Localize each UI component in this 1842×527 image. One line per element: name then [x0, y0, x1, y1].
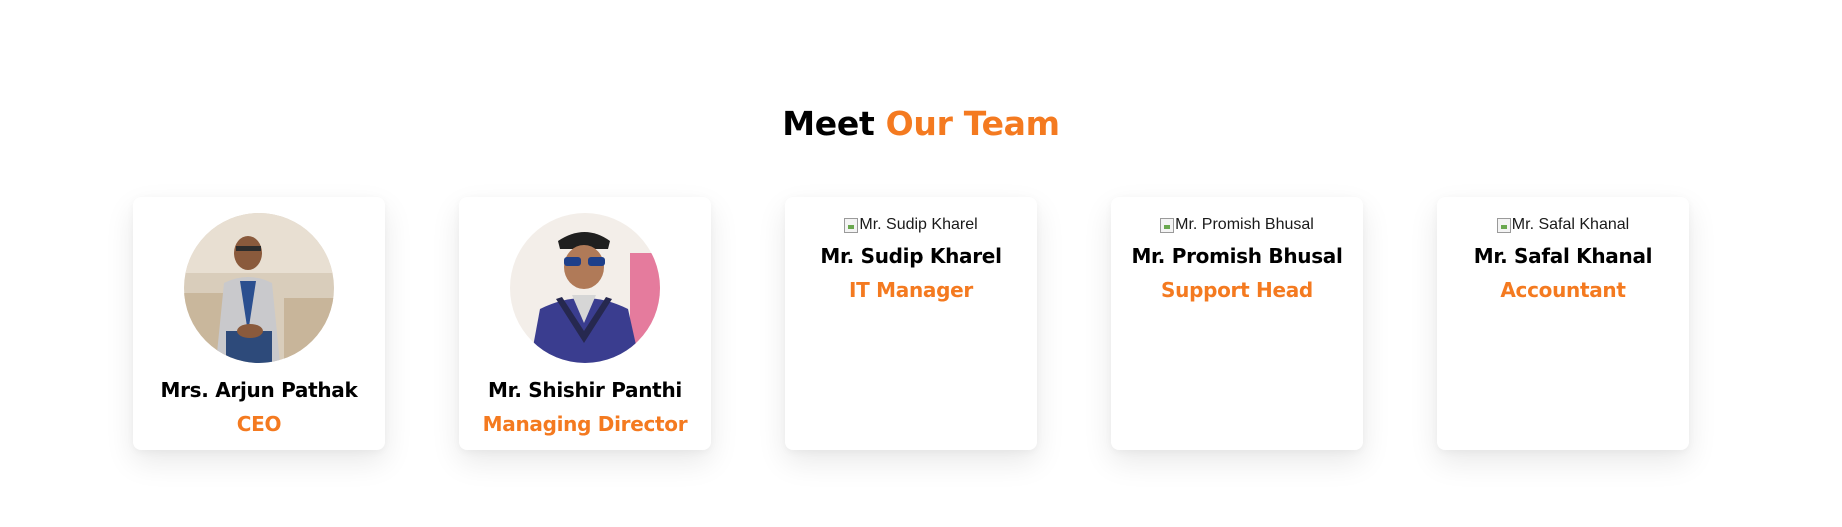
broken-image: Mr. Safal Khanal — [1496, 213, 1630, 237]
team-card: Mrs. Arjun Pathak CEO — [133, 197, 385, 450]
member-name: Mrs. Arjun Pathak — [160, 378, 358, 402]
team-card: Mr. Promish Bhusal Mr. Promish Bhusal Su… — [1111, 197, 1363, 450]
heading-meet: Meet — [782, 104, 875, 144]
broken-image-icon — [1160, 217, 1175, 233]
team-card: Mr. Shishir Panthi Managing Director — [459, 197, 711, 450]
member-name: Mr. Sudip Kharel — [820, 244, 1002, 268]
heading-our-team: Our Team — [885, 104, 1060, 144]
team-cards: Mrs. Arjun Pathak CEO Mr. Shishir Panthi — [133, 197, 1689, 450]
image-alt-text: Mr. Sudip Kharel — [859, 216, 978, 233]
broken-image: Mr. Sudip Kharel — [844, 213, 978, 237]
team-card: Mr. Safal Khanal Mr. Safal Khanal Accoun… — [1437, 197, 1689, 450]
member-role: IT Manager — [849, 278, 973, 302]
avatar-photo — [510, 213, 660, 363]
section-heading: Meet Our Team — [0, 107, 1842, 140]
image-alt-text: Mr. Safal Khanal — [1511, 216, 1630, 233]
broken-image-icon — [1496, 217, 1511, 233]
image-alt-text: Mr. Promish Bhusal — [1175, 216, 1314, 233]
member-name: Mr. Shishir Panthi — [488, 378, 682, 402]
member-name: Mr. Safal Khanal — [1473, 244, 1653, 268]
avatar-photo — [184, 213, 334, 363]
member-role: Accountant — [1500, 278, 1626, 302]
team-section: Meet Our Team Mrs. Arjun Pathak CEO Mr. … — [0, 0, 1842, 527]
team-card: Mr. Sudip Kharel Mr. Sudip Kharel IT Man… — [785, 197, 1037, 450]
member-role: Managing Director — [482, 412, 688, 436]
member-name: Mr. Promish Bhusal — [1131, 244, 1343, 268]
member-role: Support Head — [1161, 278, 1313, 302]
member-role: CEO — [236, 412, 282, 436]
broken-image: Mr. Promish Bhusal — [1160, 213, 1314, 237]
broken-image-icon — [844, 217, 859, 233]
